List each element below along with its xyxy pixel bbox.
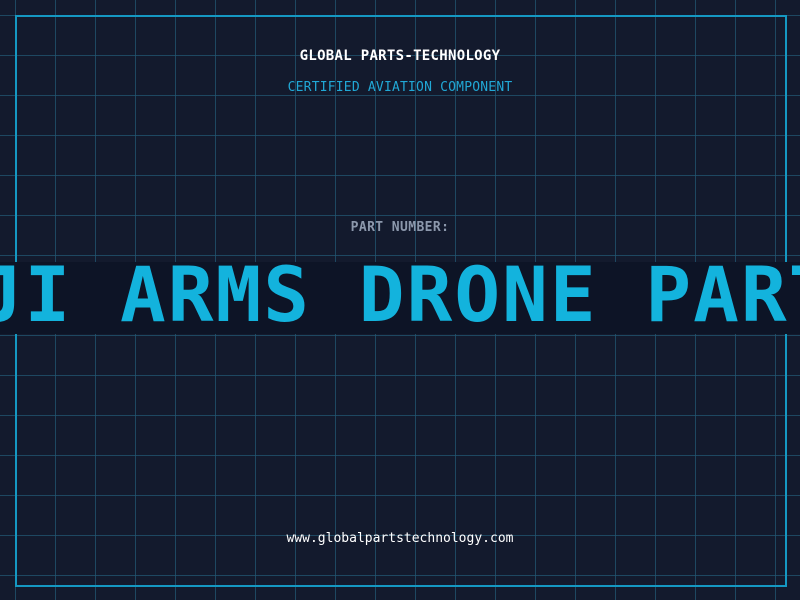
part-number-band: DJI ARMS DRONE PART LOCATION (0, 262, 800, 334)
certification-subtitle: CERTIFIED AVIATION COMPONENT (287, 80, 513, 95)
company-name: GLOBAL PARTS-TECHNOLOGY (299, 48, 501, 64)
website-url: www.globalpartstechnology.com (286, 531, 514, 546)
part-number-value: DJI ARMS DRONE PART LOCATION (0, 262, 800, 334)
part-number-label: PART NUMBER: (350, 220, 450, 235)
